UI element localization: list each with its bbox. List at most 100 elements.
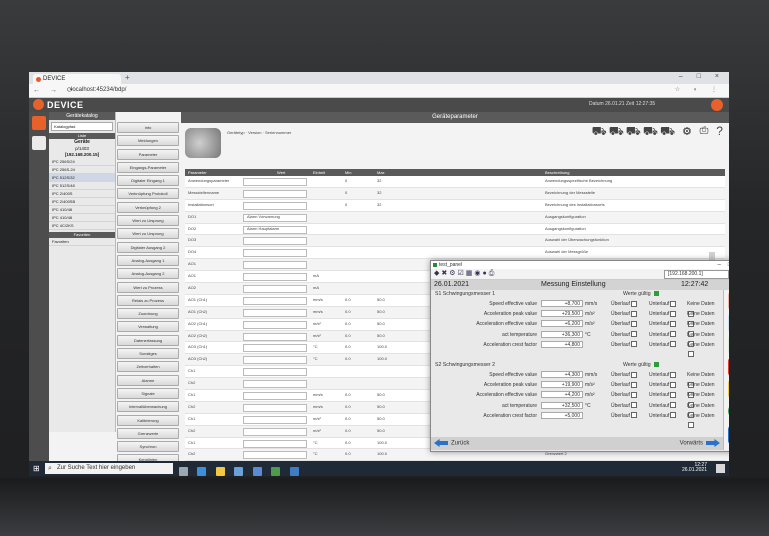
- checkbox-box[interactable]: [630, 310, 637, 317]
- value-field[interactable]: [243, 344, 307, 353]
- menu-item[interactable]: Digitaler Eingang 1: [117, 175, 179, 187]
- checkbox-box[interactable]: [670, 300, 677, 307]
- checkbox-box[interactable]: [670, 412, 677, 419]
- menu-item[interactable]: Wert zu Ursprung: [117, 215, 179, 227]
- value-field[interactable]: [243, 332, 307, 341]
- menu-item[interactable]: Info: [117, 122, 179, 133]
- menu-item[interactable]: Alarme: [117, 374, 179, 386]
- status-checkbox[interactable]: Keine Daten: [687, 340, 721, 360]
- value-field[interactable]: [243, 427, 307, 436]
- checkbox-box[interactable]: [630, 321, 637, 328]
- value-field[interactable]: [243, 201, 307, 210]
- app-icon[interactable]: [271, 467, 281, 476]
- checkbox-box[interactable]: [670, 341, 677, 348]
- checkbox-box[interactable]: [670, 321, 677, 328]
- menu-item[interactable]: Digitaler Ausgang 2: [117, 241, 179, 253]
- device-list-item[interactable]: IPC 512S/48: [49, 182, 115, 190]
- status-checkbox[interactable]: Unterlauf: [649, 411, 677, 421]
- device-list-item[interactable]: IPC 256S-24: [49, 166, 115, 174]
- checkbox-box[interactable]: [670, 402, 677, 409]
- value-field[interactable]: [243, 451, 307, 460]
- menu-item[interactable]: Datenerfassung: [117, 334, 179, 346]
- value-field[interactable]: [243, 380, 307, 389]
- value-field[interactable]: [243, 189, 307, 198]
- value-field[interactable]: [243, 415, 307, 424]
- value-field[interactable]: [243, 296, 307, 305]
- menu-item[interactable]: Analog-Ausgang 2: [117, 268, 179, 280]
- menu-item[interactable]: Verwaltung: [117, 321, 179, 333]
- status-checkbox[interactable]: Überlauf: [611, 370, 637, 380]
- value-field[interactable]: [243, 237, 307, 246]
- status-checkbox[interactable]: Überlauf: [611, 309, 637, 319]
- checkbox-box[interactable]: [630, 381, 637, 388]
- checkbox-box[interactable]: [630, 331, 637, 338]
- status-checkbox[interactable]: Überlauf: [611, 340, 637, 350]
- menu-item[interactable]: Analog-Ausgang 1: [117, 254, 179, 266]
- home-icon[interactable]: [728, 292, 729, 310]
- alert-icon[interactable]: [728, 380, 729, 398]
- status-checkbox[interactable]: Unterlauf: [649, 401, 677, 411]
- system-tray[interactable]: 12:27 26.01.2021: [682, 463, 707, 473]
- checkbox-box[interactable]: [670, 392, 677, 399]
- back-button[interactable]: Zurück: [434, 439, 469, 449]
- status-checkbox[interactable]: Unterlauf: [649, 319, 677, 329]
- devices-icon[interactable]: [32, 116, 46, 130]
- menu-item[interactable]: Signale: [117, 387, 179, 399]
- edge-icon[interactable]: [197, 467, 207, 476]
- explorer-icon[interactable]: [215, 467, 225, 476]
- warning-icon[interactable]: [728, 358, 729, 376]
- checkbox-box[interactable]: [630, 412, 637, 419]
- menu-item[interactable]: Synchron: [117, 441, 179, 453]
- device-list-item[interactable]: IPC 410/48: [49, 214, 115, 222]
- checkbox-box[interactable]: [630, 341, 637, 348]
- device-search-input[interactable]: Katalogpfad: [51, 122, 113, 131]
- checkbox-box[interactable]: [688, 351, 694, 358]
- check-icon[interactable]: [728, 336, 729, 354]
- value-field[interactable]: [243, 368, 307, 377]
- device-list-item[interactable]: IPC 410/48: [49, 206, 115, 214]
- checkbox-box[interactable]: [630, 300, 637, 307]
- checkbox-box[interactable]: [670, 310, 677, 317]
- value-field[interactable]: [243, 249, 307, 258]
- next-button[interactable]: Vorwärts: [680, 439, 720, 449]
- status-checkbox[interactable]: Überlauf: [611, 411, 637, 421]
- status-checkbox[interactable]: Unterlauf: [649, 390, 677, 400]
- window-controls[interactable]: – □ ×: [679, 73, 725, 80]
- value-field[interactable]: [243, 261, 307, 270]
- extension-icons[interactable]: ☆ ◐ ⋮: [675, 86, 723, 93]
- menu-item[interactable]: Zuordnung: [117, 308, 179, 320]
- menu-item[interactable]: Grenzwerte: [117, 427, 179, 439]
- menu-item[interactable]: Eingangs-Parameter: [117, 161, 179, 173]
- menu-item[interactable]: Sonstiges: [117, 348, 179, 360]
- status-checkbox[interactable]: Unterlauf: [649, 340, 677, 350]
- checkbox-box[interactable]: [630, 371, 637, 378]
- status-checkbox[interactable]: Keine Daten: [687, 411, 721, 431]
- task-view-icon[interactable]: [179, 467, 188, 476]
- device-list-item[interactable]: IPC 4C/2KS: [49, 222, 115, 230]
- status-checkbox[interactable]: Unterlauf: [649, 330, 677, 340]
- checkbox-box[interactable]: [670, 381, 677, 388]
- checkbox-box[interactable]: [630, 402, 637, 409]
- browser-tab[interactable]: DEVICE: [33, 74, 121, 84]
- menu-item[interactable]: Zeitverhalten: [117, 361, 179, 373]
- new-tab-button[interactable]: +: [125, 73, 130, 82]
- menu-item[interactable]: Parameter: [117, 148, 179, 160]
- favorites-row[interactable]: Favoriten: [49, 238, 115, 246]
- windows-start-icon[interactable]: ⊞: [33, 464, 40, 473]
- device-list-item[interactable]: IPC 256S/24: [49, 158, 115, 166]
- status-checkbox[interactable]: Überlauf: [611, 380, 637, 390]
- value-field[interactable]: [243, 356, 307, 365]
- device-list-item[interactable]: IPC 512S/32: [49, 174, 115, 182]
- store-icon[interactable]: [234, 467, 244, 476]
- panel-app-icon[interactable]: [289, 467, 299, 476]
- device-list-item[interactable]: IPC 2/400S: [49, 190, 115, 198]
- menu-item[interactable]: Wert zu Prozess: [117, 281, 179, 293]
- panel-toolbar-icons[interactable]: ◆✖⚙☑▦◉●⎙: [434, 270, 496, 277]
- panel-ip-field[interactable]: [192.168.200.1]: [664, 270, 729, 279]
- undo-icon[interactable]: [728, 314, 729, 332]
- checkbox-box[interactable]: [670, 371, 677, 378]
- menu-item[interactable]: Kalibrierung: [117, 414, 179, 426]
- value-field[interactable]: [243, 320, 307, 329]
- notification-icon[interactable]: [716, 464, 725, 473]
- settings-icon[interactable]: [32, 136, 46, 150]
